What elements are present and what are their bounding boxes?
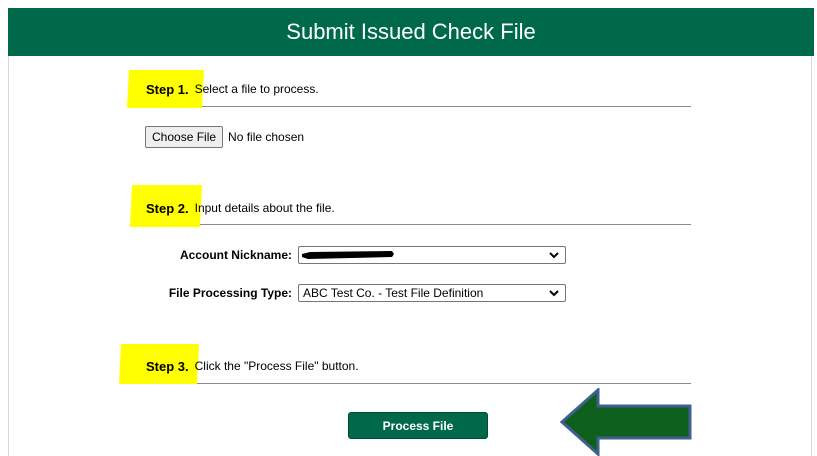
chevron-down-icon (549, 252, 559, 259)
file-status: No file chosen (228, 130, 305, 144)
page: Submit Issued Check File Step 1. Select … (0, 0, 817, 456)
arrow-left-icon (560, 388, 692, 456)
file-processing-type-label: File Processing Type: (168, 286, 292, 300)
file-processing-type-value: ABC Test Co. - Test File Definition (303, 286, 484, 300)
account-nickname-label: Account Nickname: (179, 248, 292, 262)
chevron-down-icon (549, 290, 559, 297)
file-processing-type-select[interactable]: ABC Test Co. - Test File Definition (298, 284, 566, 302)
step1-text: Select a file to process. (194, 82, 319, 96)
step1-row: Step 1. Select a file to process. (143, 77, 691, 101)
redaction-mark (302, 251, 394, 259)
page-title: Submit Issued Check File (286, 19, 536, 44)
step1-label: Step 1. (146, 81, 189, 97)
step1-divider (143, 106, 691, 107)
account-nickname-select[interactable] (298, 246, 566, 264)
step2-label: Step 2. (146, 200, 189, 216)
step2-divider (143, 224, 691, 225)
file-input[interactable]: Choose File No file chosen (145, 126, 304, 148)
choose-file-button[interactable]: Choose File (145, 126, 224, 148)
process-file-button[interactable]: Process File (348, 412, 488, 439)
account-nickname-row: Account Nickname: (142, 246, 566, 264)
step2-text: Input details about the file. (194, 201, 335, 215)
step3-row: Step 3. Click the "Process File" button. (143, 354, 691, 378)
step2-row: Step 2. Input details about the file. (143, 196, 691, 220)
step3-label: Step 3. (146, 358, 189, 374)
step3-text: Click the "Process File" button. (194, 359, 359, 373)
file-processing-type-row: File Processing Type: ABC Test Co. - Tes… (142, 284, 566, 302)
step3-divider (143, 383, 691, 384)
page-header: Submit Issued Check File (8, 8, 814, 56)
